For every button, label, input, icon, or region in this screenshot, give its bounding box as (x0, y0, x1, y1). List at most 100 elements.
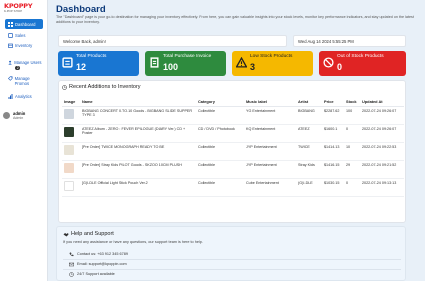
product-stock: 0 (344, 178, 360, 197)
table-row[interactable]: [G)I-DLE Official Light Stick Pouch Ver.… (62, 178, 404, 197)
column-header: Updated At (360, 98, 404, 107)
help-support-panel: Help and Support If you need any assista… (56, 226, 406, 281)
user-role: Admin (13, 115, 24, 120)
product-updated: 2022-07-24 09:21:52 (360, 160, 404, 179)
product-name: ATEEZ Album - ZERO : FEVER EPILOGUE (DIA… (80, 124, 196, 143)
product-category: CD / DVD / Photobook (196, 124, 244, 143)
product-stock: 29 (344, 160, 360, 179)
card-value: 0 (337, 62, 343, 72)
sidebar-item-label: Sales (15, 32, 26, 38)
column-header: Artist (296, 98, 322, 107)
promo-icon (8, 76, 13, 81)
brand-logo[interactable]: KPOPPY K-POP SHOP (4, 3, 42, 13)
product-name: [Pre Order] TWICE MONOGRAPH READY TO BE (80, 142, 196, 161)
product-label: YG Entertainment (244, 106, 296, 125)
product-name: BIGBANG CONCERT 0.TO.10 Goods - BIGBANG … (80, 106, 196, 125)
product-label: Cube Entertainment (244, 178, 296, 197)
product-artist: BIGBANG (296, 106, 322, 125)
page-title: Dashboard (56, 4, 106, 15)
column-header: Price (322, 98, 344, 107)
product-updated: 2022-07-24 09:13:13 (360, 178, 404, 197)
product-thumbnail (64, 180, 74, 191)
help-title: Help and Support (63, 231, 114, 237)
warning-icon (236, 57, 247, 68)
product-label: KQ Entertainment (244, 124, 296, 143)
welcome-banner: Welcome Back, admin! (58, 35, 287, 47)
help-contact-line[interactable]: Contact us: +63 912 345 6789 (69, 250, 399, 258)
product-category: Collectible (196, 106, 244, 125)
card-value: 12 (76, 62, 87, 72)
card-out-of-stock-products[interactable]: Out of Stock Products 0 (319, 51, 406, 76)
product-updated: 2022-07-24 09:22:53 (360, 142, 404, 161)
card-title: Out of Stock Products (337, 54, 384, 59)
welcome-text: Welcome Back, admin! (63, 38, 106, 44)
inventory-icon (8, 43, 13, 48)
product-stock: 10 (344, 142, 360, 161)
datetime-text: Wed Aug 14 2024 5:55:25 PM (298, 38, 354, 44)
product-price: $1600.1 (322, 124, 344, 143)
sidebar-item-manage-users[interactable]: Manage Users 2 (5, 59, 43, 73)
table-row[interactable]: [Pre Order] TWICE MONOGRAPH READY TO BE … (62, 142, 404, 161)
table-row[interactable]: [Pre Order] Stray Kids PILOT Goods - SKZ… (62, 160, 404, 179)
phone-icon (69, 252, 74, 256)
dashboard-icon (8, 21, 13, 27)
recent-additions-panel: Recent Additions to Inventory Image Name… (58, 80, 406, 223)
sidebar-item-dashboard[interactable]: Dashboard (5, 19, 43, 29)
product-artist: (G)I-DLE (296, 178, 322, 197)
history-icon (62, 84, 67, 90)
user-profile[interactable]: admin Admin (3, 109, 45, 121)
sidebar-item-label: Analytics (15, 93, 32, 99)
card-total-purchase-invoice[interactable]: Total Purchase Invoice 100 (145, 51, 226, 76)
product-name: [Pre Order] Stray Kids PILOT Goods - SKZ… (80, 160, 196, 179)
user-name: admin (13, 110, 26, 116)
product-category: Collectible (196, 178, 244, 197)
invoice-icon (150, 57, 159, 68)
product-category: Collectible (196, 142, 244, 161)
table-row[interactable]: BIGBANG CONCERT 0.TO.10 Goods - BIGBANG … (62, 106, 404, 125)
sidebar-item-label: Manage Promos (14, 76, 30, 86)
table-row[interactable]: ATEEZ Album - ZERO : FEVER EPILOGUE (DIA… (62, 124, 404, 143)
sidebar-item-label: Dashboard (15, 21, 36, 27)
card-value: 100 (163, 62, 179, 72)
products-icon (62, 57, 73, 68)
product-price: $1030.15 (322, 178, 344, 197)
column-header: Category (196, 98, 244, 107)
help-email-line[interactable]: Email: support@kpoppin.com (69, 260, 399, 268)
logo-line2: K-POP SHOP (4, 9, 22, 13)
datetime-display: Wed Aug 14 2024 5:55:25 PM (293, 35, 406, 47)
page-description: The "Dashboard" page is your go-to desti… (56, 15, 414, 24)
handshake-icon (63, 232, 69, 236)
sidebar-item-manage-promos[interactable]: Manage Promos (5, 75, 43, 89)
card-title: Total Products (76, 54, 107, 59)
email-icon (69, 262, 74, 266)
product-label: JYP Entertainment (244, 160, 296, 179)
sidebar-item-analytics[interactable]: Analytics (5, 91, 43, 101)
product-category: Collectible (196, 160, 244, 179)
product-label: JYP Entertainment (244, 142, 296, 161)
product-thumbnail (64, 144, 74, 155)
product-thumbnail (64, 108, 74, 119)
sales-icon (8, 32, 13, 38)
card-title: Low Stock Products (250, 54, 293, 59)
product-artist: ATEEZ (296, 124, 322, 143)
column-header: Name (80, 98, 196, 107)
product-name: [G)I-DLE Official Light Stick Pouch Ver.… (80, 178, 196, 197)
sidebar-item-label: Inventory (15, 42, 33, 48)
help-availability-line: 24/7 Support available (69, 270, 399, 278)
card-total-products[interactable]: Total Products 12 (58, 51, 139, 76)
sidebar-item-inventory[interactable]: Inventory (5, 40, 43, 50)
analytics-icon (8, 93, 13, 99)
users-icon (8, 60, 12, 65)
product-artist: TWICE (296, 142, 322, 161)
product-thumbnail (64, 126, 74, 137)
product-price: $1416.15 (322, 160, 344, 179)
card-low-stock-products[interactable]: Low Stock Products 3 (232, 51, 313, 76)
product-price: $1414.13 (322, 142, 344, 161)
recent-additions-table: Image Name Category Music label Artist P… (62, 98, 404, 197)
product-updated: 2022-07-24 09:26:07 (360, 124, 404, 143)
out-of-stock-icon (323, 57, 334, 68)
product-updated: 2022-07-24 09:26:07 (360, 106, 404, 125)
sidebar-item-sales[interactable]: Sales (5, 30, 43, 40)
recent-additions-title: Recent Additions to Inventory (62, 84, 141, 90)
product-artist: Stray Kids (296, 160, 322, 179)
